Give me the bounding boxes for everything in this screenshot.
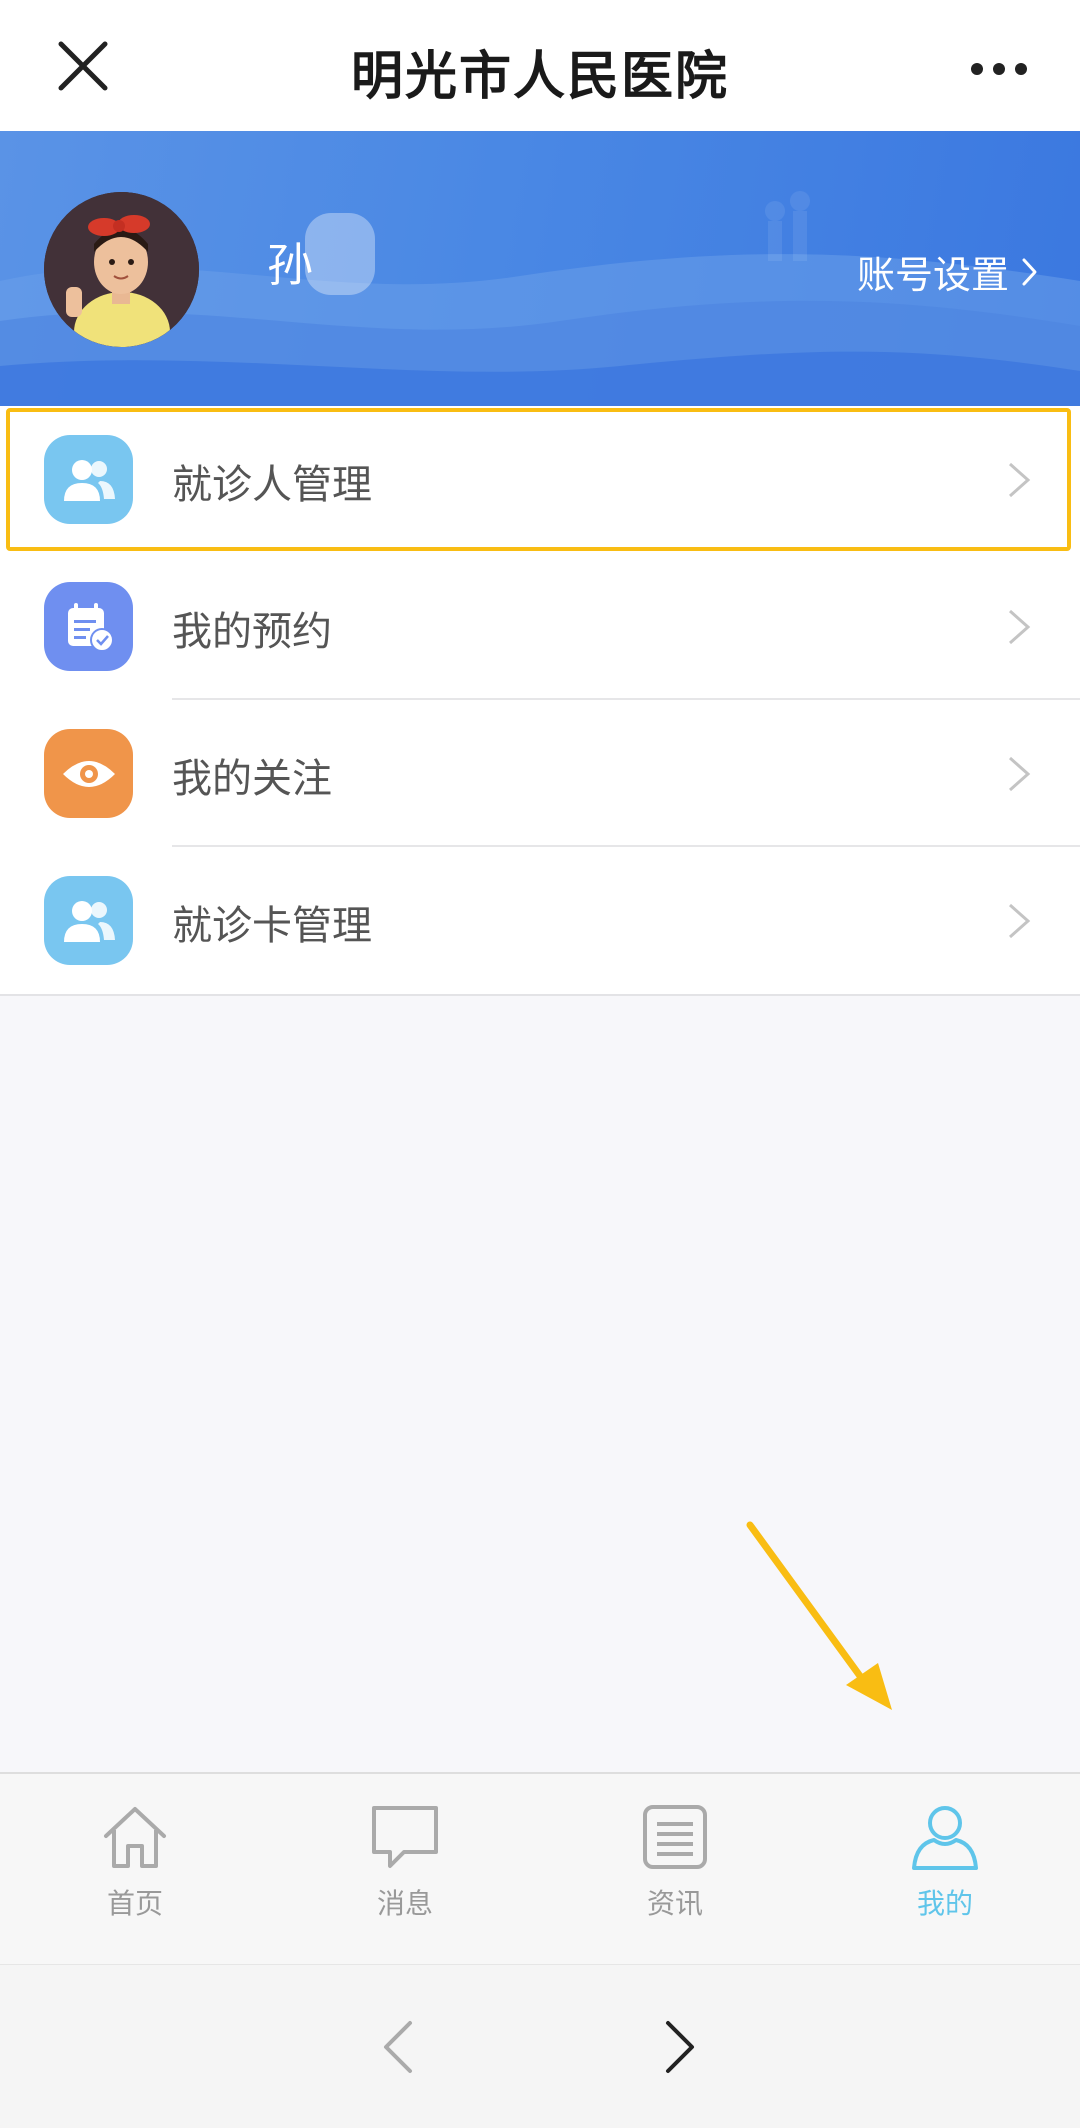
chevron-right-icon xyxy=(1009,462,1031,498)
tab-home[interactable]: 首页 xyxy=(0,1774,270,1966)
profile-banner: 孙 账号设置 xyxy=(0,131,1080,406)
chevron-right-icon xyxy=(1009,609,1031,645)
more-icon[interactable] xyxy=(965,54,1065,84)
page-title: 明光市人民医院 xyxy=(350,47,729,107)
menu-item-card-management[interactable]: 就诊卡管理 xyxy=(0,847,1080,994)
title-bar: 明光市人民医院 xyxy=(0,0,1080,132)
browser-nav-bar xyxy=(0,1964,1080,2128)
menu-item-label: 我的预约 xyxy=(172,609,332,655)
menu-item-label: 就诊人管理 xyxy=(172,462,372,508)
menu-item-my-appointments[interactable]: 我的预约 xyxy=(0,553,1080,700)
back-arrow-icon[interactable] xyxy=(378,2019,418,2075)
eye-icon xyxy=(44,729,133,818)
bottom-tab-bar: 首页 消息 资讯 我的 xyxy=(0,1772,1080,1966)
annotation-arrow-icon xyxy=(746,1521,892,1710)
chevron-right-icon xyxy=(1009,903,1031,939)
user-icon xyxy=(912,1806,978,1870)
account-settings-link[interactable]: 账号设置 xyxy=(857,244,1039,299)
tab-label: 我的 xyxy=(916,1887,973,1920)
message-icon xyxy=(372,1806,438,1868)
tab-label: 首页 xyxy=(106,1887,163,1920)
menu-list: 就诊人管理 我的预约 我的关注 就诊卡管理 xyxy=(0,406,1080,996)
menu-item-label: 我的关注 xyxy=(172,756,332,802)
menu-item-patient-management[interactable]: 就诊人管理 xyxy=(0,406,1080,553)
name-redaction xyxy=(305,213,375,295)
tab-mine[interactable]: 我的 xyxy=(810,1774,1080,1966)
home-icon xyxy=(104,1807,166,1868)
avatar[interactable] xyxy=(44,192,199,347)
avatar-image xyxy=(44,192,199,347)
card-users-icon xyxy=(44,876,133,965)
tab-label: 资讯 xyxy=(646,1887,703,1920)
menu-item-my-follows[interactable]: 我的关注 xyxy=(0,700,1080,847)
forward-arrow-icon[interactable] xyxy=(660,2019,700,2075)
tab-label: 消息 xyxy=(376,1887,433,1920)
tab-news[interactable]: 资讯 xyxy=(540,1774,810,1966)
account-settings-label: 账号设置 xyxy=(857,253,1010,297)
news-icon xyxy=(643,1805,707,1869)
chevron-right-icon xyxy=(1022,258,1037,285)
appointment-icon xyxy=(44,582,133,671)
patients-icon xyxy=(44,435,133,524)
menu-item-label: 就诊卡管理 xyxy=(172,903,372,949)
tab-messages[interactable]: 消息 xyxy=(270,1774,540,1966)
chevron-right-icon xyxy=(1009,756,1031,792)
